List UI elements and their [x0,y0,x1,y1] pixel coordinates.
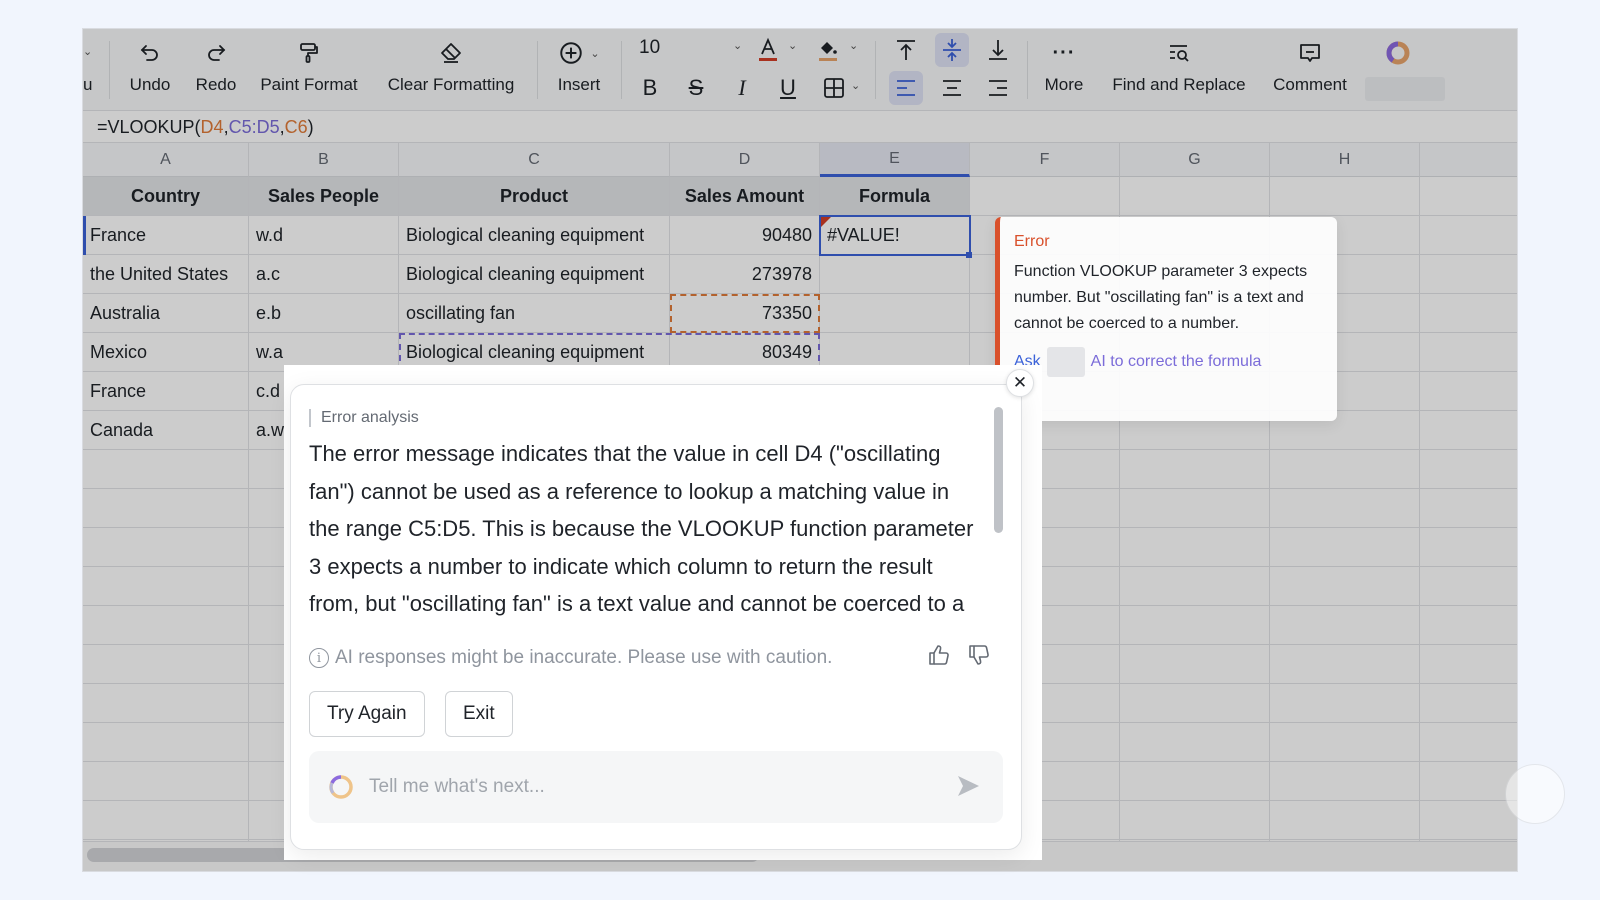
close-panel-button[interactable]: ✕ [1006,369,1034,397]
ai-chat-input[interactable] [369,776,929,798]
ai-chat-input-container [309,751,1003,823]
thumbs-down-icon [969,645,989,665]
disclaimer-text: AI responses might be inaccurate. Please… [335,647,833,668]
error-tooltip: Error Function VLOOKUP parameter 3 expec… [995,217,1337,421]
close-icon: ✕ [1012,373,1028,392]
send-icon [958,776,979,796]
thumbs-down-button[interactable] [967,643,991,672]
send-button[interactable] [955,773,981,804]
ai-disclaimer: i AI responses might be inaccurate. Plea… [309,647,832,669]
info-icon: i [309,648,329,668]
ai-error-analysis-panel: Error analysis The error message indicat… [290,384,1022,850]
ai-response-text: The error message indicates that the val… [309,441,974,616]
ai-correct-formula-link[interactable]: AI to correct the formula [1091,353,1262,371]
error-analysis-label: Error analysis [309,409,419,427]
floating-side-button[interactable] [1505,764,1565,824]
ask-ai-row: Ask AI to correct the formula [1014,347,1323,377]
ai-panel-scrollbar[interactable] [994,407,1003,533]
exit-button[interactable]: Exit [445,691,513,737]
blurred-region [1046,347,1085,377]
try-again-button[interactable]: Try Again [309,691,425,737]
ai-logo-icon [329,775,353,799]
error-title: Error [1014,233,1050,250]
thumbs-up-icon [929,645,949,665]
error-message: Function VLOOKUP parameter 3 expects num… [1014,263,1308,332]
thumbs-up-button[interactable] [927,643,951,672]
